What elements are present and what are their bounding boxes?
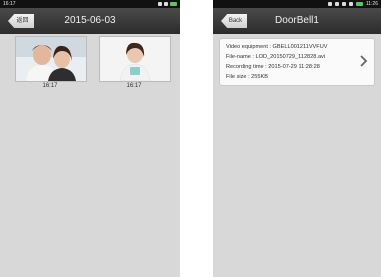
file-size: File size : 255KB <box>226 74 268 80</box>
recording-info-card[interactable]: Video equipment : GBELL001211VVFUV File-… <box>219 38 375 86</box>
recording-time: Recording time : 2015-07-29 11:28:28 <box>226 64 320 70</box>
status-icons <box>158 0 177 8</box>
page-title: DoorBell1 <box>275 15 319 26</box>
title-bar: 返回 2015-06-03 <box>0 8 180 34</box>
couple-photo-icon <box>16 37 86 81</box>
title-bar: Back DoorBell1 <box>213 8 381 34</box>
back-button[interactable]: Back <box>221 14 247 28</box>
photo-item[interactable]: 16:17 <box>12 36 88 89</box>
file-name: File-name : LOD_20150729_112828.avi <box>226 54 326 60</box>
right-phone-screen: 11:26 Back DoorBell1 Video equipment : G… <box>213 0 381 277</box>
alarm-icon <box>334 2 339 6</box>
woman-photo-icon <box>100 37 170 81</box>
chevron-right-icon[interactable] <box>358 55 368 67</box>
video-equipment: Video equipment : GBELL001211VVFUV <box>226 44 328 50</box>
status-time: 16:17 <box>3 1 16 7</box>
photo-item[interactable]: 16:17 <box>96 36 172 89</box>
photo-time: 16:17 <box>42 83 58 89</box>
back-button[interactable]: 返回 <box>8 14 34 28</box>
left-phone-screen: 16:17 返回 2015-06-03 16:17 16:17 <box>0 0 180 277</box>
battery-icon <box>170 2 177 6</box>
photo-thumbnail[interactable] <box>15 36 87 82</box>
status-icons: 11:26 <box>327 0 378 8</box>
wifi-icon <box>341 2 346 6</box>
signal-icon <box>158 2 162 6</box>
photo-thumbnail[interactable] <box>99 36 171 82</box>
status-bar: 16:17 <box>0 0 180 8</box>
sync-icon <box>327 2 332 6</box>
battery-icon <box>355 2 363 6</box>
photo-time: 16:17 <box>126 83 142 89</box>
wifi-icon <box>164 2 168 6</box>
status-time: 11:26 <box>365 1 378 7</box>
signal-icon <box>348 2 353 6</box>
page-title: 2015-06-03 <box>64 15 116 26</box>
status-bar: 11:26 <box>213 0 381 8</box>
